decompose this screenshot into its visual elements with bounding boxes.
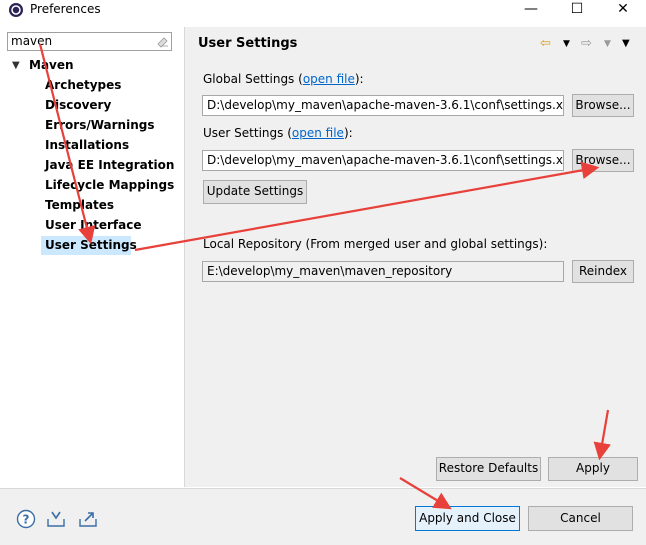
tree-item-templates[interactable]: Templates bbox=[45, 198, 114, 212]
view-menu-icon[interactable]: ▼ bbox=[622, 38, 630, 49]
close-button[interactable]: ✕ bbox=[600, 0, 646, 20]
user-browse-button[interactable]: Browse... bbox=[572, 149, 634, 172]
minimize-button[interactable]: — bbox=[508, 0, 554, 20]
preferences-tree-pane bbox=[0, 27, 185, 487]
tree-item-java-ee-integration[interactable]: Java EE Integration bbox=[45, 158, 174, 172]
tree-item-archetypes[interactable]: Archetypes bbox=[45, 78, 121, 92]
maximize-button[interactable]: ☐ bbox=[554, 0, 600, 20]
tree-item-user-settings[interactable]: User Settings bbox=[45, 238, 137, 252]
svg-text:?: ? bbox=[23, 513, 30, 527]
tree-item-user-interface[interactable]: User Interface bbox=[45, 218, 142, 232]
back-dropdown-icon[interactable]: ▼ bbox=[563, 39, 570, 49]
help-icon[interactable]: ? bbox=[16, 509, 36, 529]
back-arrow-icon[interactable]: ⇦ bbox=[540, 36, 551, 51]
global-settings-label: Global Settings (open file): bbox=[203, 72, 364, 86]
filter-input-value: maven bbox=[11, 34, 53, 48]
update-settings-button[interactable]: Update Settings bbox=[203, 180, 307, 204]
forward-arrow-icon[interactable]: ⇨ bbox=[581, 36, 592, 51]
apply-and-close-button[interactable]: Apply and Close bbox=[415, 506, 520, 531]
apply-button[interactable]: Apply bbox=[548, 457, 638, 481]
global-open-file-link[interactable]: open file bbox=[303, 72, 355, 86]
app-icon bbox=[9, 3, 23, 17]
clear-filter-icon[interactable] bbox=[156, 34, 170, 48]
local-repository-field: E:\develop\my_maven\maven_repository bbox=[202, 261, 564, 282]
tree-item-errors-warnings[interactable]: Errors/Warnings bbox=[45, 118, 154, 132]
tree-item-installations[interactable]: Installations bbox=[45, 138, 129, 152]
forward-dropdown-icon[interactable]: ▼ bbox=[604, 39, 611, 49]
restore-defaults-button[interactable]: Restore Defaults bbox=[436, 457, 541, 481]
page-title: User Settings bbox=[198, 36, 298, 51]
collapse-chevron-icon[interactable]: ▼ bbox=[12, 60, 20, 71]
local-repository-label: Local Repository (From merged user and g… bbox=[203, 237, 548, 251]
window-title: Preferences bbox=[30, 2, 101, 16]
reindex-button[interactable]: Reindex bbox=[572, 260, 634, 283]
cancel-button[interactable]: Cancel bbox=[528, 506, 633, 531]
user-settings-label: User Settings (open file): bbox=[203, 126, 353, 140]
import-icon[interactable] bbox=[46, 509, 66, 529]
export-icon[interactable] bbox=[78, 509, 98, 529]
global-browse-button[interactable]: Browse... bbox=[572, 94, 634, 117]
user-open-file-link[interactable]: open file bbox=[292, 126, 344, 140]
tree-item-discovery[interactable]: Discovery bbox=[45, 98, 111, 112]
user-settings-field[interactable]: D:\develop\my_maven\apache-maven-3.6.1\c… bbox=[202, 150, 564, 171]
tree-item-lifecycle-mappings[interactable]: Lifecycle Mappings bbox=[45, 178, 174, 192]
global-settings-field[interactable]: D:\develop\my_maven\apache-maven-3.6.1\c… bbox=[202, 95, 564, 116]
tree-root-maven[interactable]: Maven bbox=[29, 58, 74, 72]
